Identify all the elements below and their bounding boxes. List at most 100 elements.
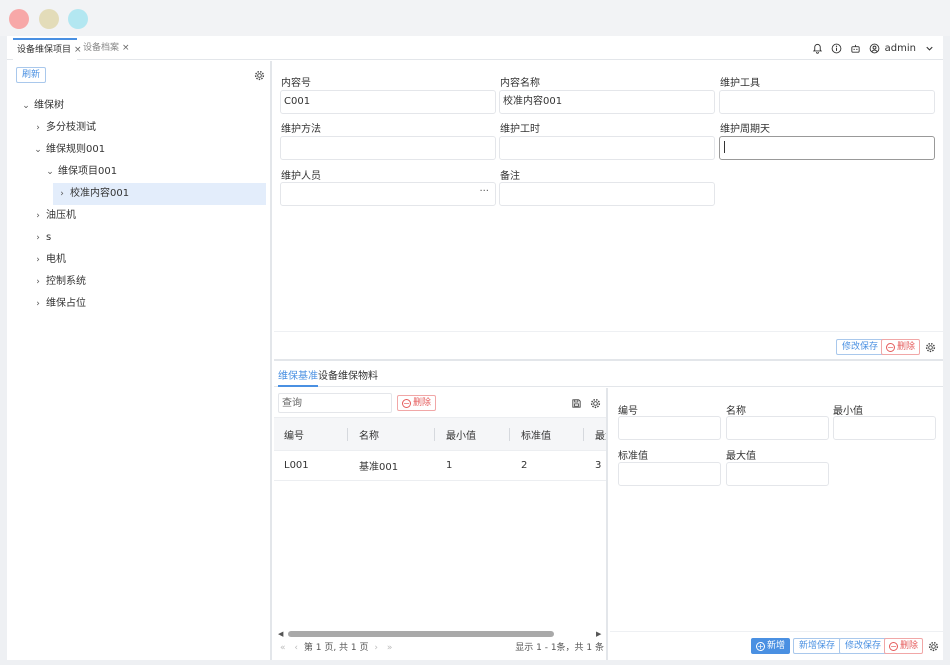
column-header[interactable]: 最大值	[595, 418, 606, 450]
last-page-button[interactable]: »	[387, 643, 393, 653]
maintenance-staff-field[interactable]: ···	[280, 182, 496, 206]
close-icon[interactable]: ×	[122, 43, 130, 53]
maintenance-tool-field[interactable]	[719, 90, 935, 114]
tree-node-label: 油压机	[46, 210, 76, 221]
field-label: 标准值	[618, 451, 648, 462]
save-icon[interactable]	[571, 398, 582, 409]
chevron-down-icon[interactable]	[923, 42, 935, 54]
tree-node-label: 维保树	[34, 100, 64, 111]
field-label: 最大值	[726, 451, 756, 462]
robot-icon[interactable]	[850, 42, 862, 54]
gear-icon[interactable]	[925, 342, 936, 353]
column-divider[interactable]	[434, 428, 435, 441]
content-no-field[interactable]: C001	[280, 90, 496, 114]
column-header[interactable]: 名称	[359, 418, 379, 450]
tree-node[interactable]: › 控制系统	[33, 271, 86, 293]
tab-equipment-archive[interactable]: 设备档案 ×	[79, 38, 130, 60]
detail-code-field[interactable]	[618, 416, 721, 440]
username[interactable]: admin	[885, 43, 916, 54]
scroll-right-arrow[interactable]: ▶	[596, 630, 601, 638]
gear-icon[interactable]	[590, 398, 601, 409]
button-label: 删除	[900, 641, 919, 651]
update-save-button[interactable]: 修改保存	[836, 339, 885, 355]
window-titlebar	[0, 0, 950, 36]
minimize-window-button[interactable]	[39, 9, 59, 29]
chevron-right-icon[interactable]: ›	[33, 117, 43, 139]
chevron-right-icon[interactable]: ›	[57, 183, 67, 205]
tab-maintenance-standard[interactable]: 维保基准	[278, 367, 318, 387]
column-header[interactable]: 编号	[284, 418, 304, 450]
detail-standard-field[interactable]	[618, 462, 721, 486]
close-window-button[interactable]	[9, 9, 29, 29]
header-actions: admin	[812, 36, 935, 60]
gear-icon[interactable]	[254, 70, 265, 81]
standard-detail-form: 编号 名称 最小值 标准值 最大值 + 新增 新增保存 修改保存 − 删除	[610, 388, 943, 660]
prev-page-button[interactable]: ‹	[294, 643, 298, 653]
first-page-button[interactable]: «	[280, 643, 286, 653]
column-header[interactable]: 最小值	[446, 418, 476, 450]
tree-node[interactable]: › 维保占位	[33, 293, 86, 315]
detail-max-field[interactable]	[726, 462, 829, 486]
column-divider[interactable]	[509, 428, 510, 441]
column-header[interactable]: 标准值	[521, 418, 551, 450]
chevron-right-icon[interactable]: ›	[33, 293, 43, 315]
chevron-right-icon[interactable]: ›	[33, 271, 43, 293]
horizontal-scrollbar[interactable]: ◀ ▶	[276, 630, 606, 638]
detail-name-field[interactable]	[726, 416, 829, 440]
next-page-button[interactable]: ›	[374, 643, 378, 653]
delete-button[interactable]: − 删除	[884, 638, 924, 654]
field-label: 维护方法	[281, 124, 321, 135]
table-row[interactable]: L001 基准001 1 2 3	[274, 451, 606, 481]
tree-node-root[interactable]: ⌄ 维保树	[21, 95, 64, 117]
delete-button[interactable]: − 删除	[397, 395, 437, 411]
tree-node-label: s	[46, 232, 52, 243]
add-save-button[interactable]: 新增保存	[793, 638, 842, 654]
tree-node[interactable]: ⌄ 维保规则001	[33, 139, 105, 161]
chevron-right-icon[interactable]: ›	[33, 205, 43, 227]
button-label: 删除	[897, 342, 916, 352]
update-save-button[interactable]: 修改保存	[839, 638, 888, 654]
maintenance-method-field[interactable]	[280, 136, 496, 160]
detail-min-field[interactable]	[833, 416, 936, 440]
form-footer: 修改保存 − 删除	[274, 331, 943, 361]
maintenance-hours-field[interactable]	[499, 136, 715, 160]
text-cursor	[724, 141, 725, 153]
tree-node-selected[interactable]: › 校准内容001	[53, 183, 266, 205]
page-info: 显示 1 - 1条，共 1 条	[515, 643, 604, 653]
button-label: 删除	[413, 398, 432, 408]
tree-node[interactable]: › 电机	[33, 249, 66, 271]
info-icon[interactable]	[831, 42, 843, 54]
column-divider[interactable]	[347, 428, 348, 441]
chevron-down-icon[interactable]: ⌄	[33, 139, 43, 161]
add-button[interactable]: + 新增	[751, 638, 791, 654]
scrollbar-thumb[interactable]	[288, 631, 554, 637]
delete-button[interactable]: − 删除	[881, 339, 921, 355]
table-cell: 2	[521, 460, 528, 471]
gear-icon[interactable]	[928, 641, 939, 652]
chevron-down-icon[interactable]: ⌄	[21, 95, 31, 117]
minus-circle-icon: −	[886, 342, 895, 352]
tree-node[interactable]: › s	[33, 227, 51, 249]
tree-node[interactable]: › 油压机	[33, 205, 76, 227]
content-form: 内容号 C001 内容名称 校准内容001 维护工具 维护方法 维护工时 维护周…	[274, 61, 943, 361]
column-divider[interactable]	[583, 428, 584, 441]
user-avatar-icon[interactable]	[869, 42, 881, 54]
content-name-field[interactable]: 校准内容001	[499, 90, 715, 114]
tree-node[interactable]: ⌄ 维保项目001	[45, 161, 117, 183]
chevron-down-icon[interactable]: ⌄	[45, 161, 55, 183]
bell-icon[interactable]	[812, 42, 824, 54]
remark-field[interactable]	[499, 182, 715, 206]
refresh-button[interactable]: 刷新	[16, 67, 47, 83]
maintenance-cycle-days-field[interactable]	[719, 136, 935, 160]
scroll-left-arrow[interactable]: ◀	[278, 630, 283, 638]
tab-maintenance-items[interactable]: 设备维保项目 ×	[13, 38, 82, 60]
chevron-right-icon[interactable]: ›	[33, 249, 43, 271]
maximize-window-button[interactable]	[68, 9, 88, 29]
search-input[interactable]	[278, 393, 392, 413]
tab-maintenance-material[interactable]: 设备维保物料	[318, 367, 378, 387]
tree-node[interactable]: › 多分枝测试	[33, 117, 96, 139]
tree-node-label: 维保规则001	[46, 144, 106, 155]
more-icon[interactable]: ···	[479, 181, 489, 203]
tree-node-label: 控制系统	[46, 276, 86, 287]
chevron-right-icon[interactable]: ›	[33, 227, 43, 249]
